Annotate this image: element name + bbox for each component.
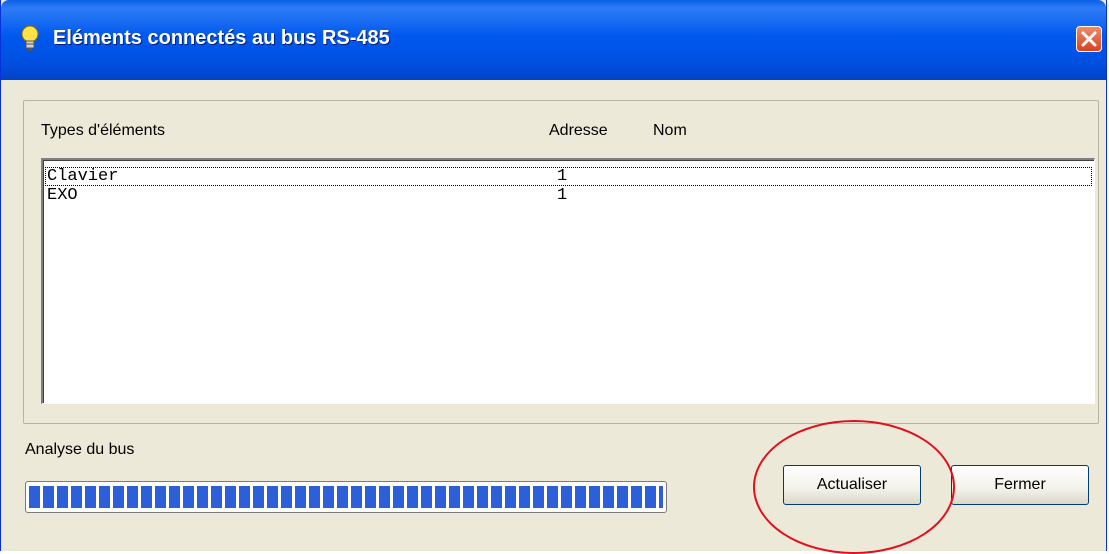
header-name: Nom: [653, 122, 687, 139]
list-item-address: 1: [557, 167, 568, 186]
progress-label: Analyse du bus: [25, 441, 135, 458]
dialog-content: Types d'éléments Adresse Nom Clavier 1 E…: [1, 80, 1106, 554]
header-types: Types d'éléments: [41, 122, 166, 139]
dialog-window: Eléments connectés au bus RS-485 Types d…: [0, 0, 1107, 554]
title-bar[interactable]: Eléments connectés au bus RS-485: [1, 0, 1106, 80]
list-item-type: EXO: [47, 186, 78, 205]
elements-listbox[interactable]: Clavier 1 EXO 1: [41, 158, 1095, 404]
close-button[interactable]: Fermer: [951, 465, 1089, 505]
progress-fill: [29, 486, 663, 508]
refresh-button[interactable]: Actualiser: [783, 465, 921, 505]
list-item[interactable]: EXO 1: [45, 186, 1092, 205]
list-item-type: Clavier: [47, 167, 119, 186]
bus-progress-bar: [25, 481, 667, 513]
close-icon: [1081, 31, 1097, 47]
header-address: Adresse: [549, 122, 608, 139]
window-title: Eléments connectés au bus RS-485: [53, 27, 390, 49]
list-item-address: 1: [557, 186, 568, 205]
list-item[interactable]: Clavier 1: [45, 167, 1092, 186]
close-window-button[interactable]: [1076, 26, 1102, 52]
lightbulb-icon: [21, 25, 39, 51]
